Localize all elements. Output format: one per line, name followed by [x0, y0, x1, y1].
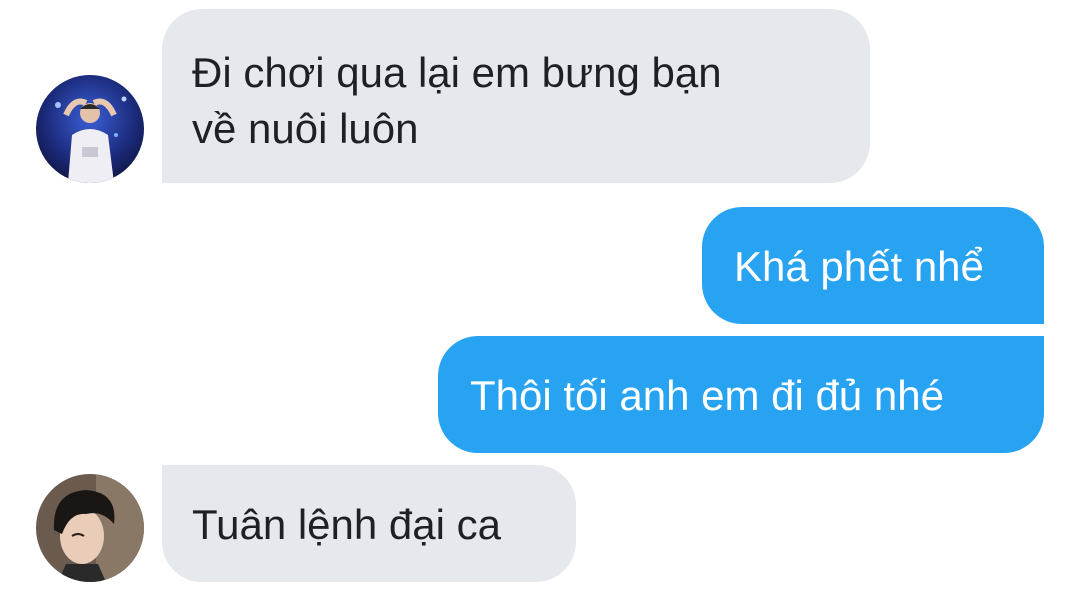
message-bubble-incoming[interactable]: Tuân lệnh đại ca — [162, 465, 576, 582]
message-text: về nuôi luôn — [192, 105, 419, 152]
message-bubble-outgoing[interactable]: Khá phết nhể — [702, 207, 1044, 324]
message-bubble-incoming[interactable]: Đi chơi qua lại em bưng bạn về nuôi luôn — [162, 9, 870, 183]
message-bubble-outgoing[interactable]: Thôi tối anh em đi đủ nhé — [438, 336, 1044, 453]
message-text: Tuân lệnh đại ca — [192, 501, 501, 548]
message-text: Thôi tối anh em đi đủ nhé — [470, 372, 944, 419]
message-text: Khá phết nhể — [734, 243, 984, 290]
sender-avatar[interactable] — [36, 474, 144, 582]
message-text: Đi chơi qua lại em bưng bạn — [192, 49, 722, 96]
sender-avatar[interactable] — [36, 75, 144, 183]
